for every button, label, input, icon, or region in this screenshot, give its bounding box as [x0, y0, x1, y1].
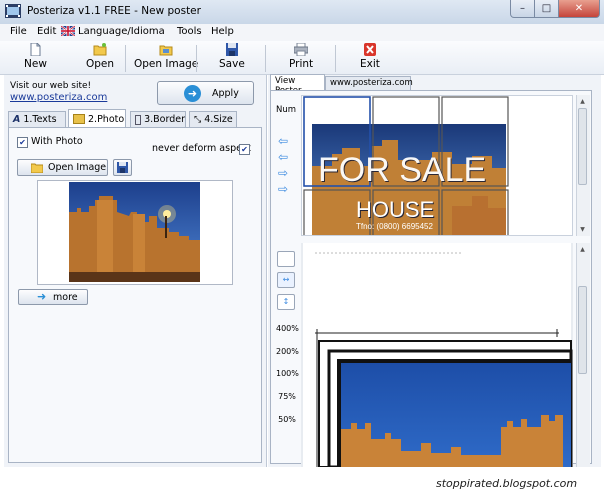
fit-height-icon[interactable]: ↕: [277, 294, 295, 310]
minimize-button[interactable]: –: [510, 0, 535, 18]
printer-icon: [293, 42, 309, 57]
open-image-button[interactable]: Open Image: [17, 159, 108, 176]
tab-photo[interactable]: 2.Photo: [68, 109, 126, 128]
toolbar-separator: [265, 45, 266, 72]
close-button[interactable]: ✕: [558, 0, 600, 18]
more-button[interactable]: ➜ more: [18, 289, 88, 305]
apply-button[interactable]: ➜ Apply: [157, 81, 254, 105]
image-folder-icon: [159, 43, 173, 56]
exit-label: Exit: [360, 58, 380, 70]
open-image-label: Open Image: [134, 58, 199, 70]
print-button[interactable]: Print: [289, 42, 314, 70]
save-label: Save: [219, 58, 245, 70]
zoom-75-button[interactable]: 75%: [276, 392, 298, 401]
scroll-up-arrow-icon[interactable]: ▲: [578, 97, 587, 106]
exit-x-icon: [363, 43, 377, 56]
menu-tools[interactable]: Tools: [177, 26, 202, 37]
arrow-right-small-icon[interactable]: ⇨: [278, 167, 291, 179]
new-document-icon: [28, 42, 42, 57]
menu-file[interactable]: File: [10, 26, 27, 37]
toolbar-separator: [125, 45, 126, 72]
app-icon: [5, 4, 21, 18]
website-link[interactable]: www.posteriza.com: [10, 92, 107, 103]
toolbar-separator: [196, 45, 197, 72]
never-deform-checkbox[interactable]: ✔: [239, 144, 250, 155]
open-image-toolbar-button[interactable]: Open Image: [134, 43, 198, 70]
arrow-right-icon[interactable]: ⇨: [278, 183, 291, 195]
zoom-400-button[interactable]: 400%: [276, 324, 299, 333]
poster-headline: FOR SALE: [318, 151, 487, 189]
zoom-200-button[interactable]: 200%: [276, 347, 299, 356]
tab-view-poster[interactable]: View Poster: [270, 74, 325, 96]
floppy-disk-icon: [225, 43, 239, 56]
apply-label: Apply: [212, 88, 239, 99]
zoom-100-button[interactable]: 100%: [276, 369, 299, 378]
resize-tab-icon: ⤡: [194, 114, 202, 125]
uk-flag-icon: [60, 25, 76, 37]
floppy-disk-icon: [117, 162, 128, 176]
toolbar-separator: [335, 45, 336, 72]
tab-size[interactable]: ⤡ 4.Size: [189, 111, 237, 127]
text-a-icon: A: [13, 114, 21, 125]
zoom-50-button[interactable]: 50%: [276, 415, 298, 424]
tab-website[interactable]: www.posteriza.com: [325, 76, 413, 91]
arrow-left-icon[interactable]: ⇦: [278, 135, 291, 147]
menu-help[interactable]: Help: [211, 26, 234, 37]
arrow-right-icon: ➜: [37, 290, 47, 303]
tab-border[interactable]: 3.Border: [130, 111, 186, 127]
photo-tab-icon: [73, 114, 85, 124]
new-label: New: [24, 58, 47, 70]
scroll-up-arrow-icon[interactable]: ▲: [578, 245, 587, 254]
print-label: Print: [289, 58, 314, 70]
arrow-left-small-icon[interactable]: ⇦: [278, 151, 291, 163]
num-label: Num: [276, 105, 297, 115]
save-photo-button[interactable]: [113, 159, 132, 176]
tab-texts[interactable]: A 1.Texts: [8, 111, 66, 127]
tab-photo-label: 2.Photo: [88, 113, 125, 125]
photo-thumbnail: [69, 182, 200, 282]
with-photo-label: With Photo: [31, 136, 83, 147]
menu-edit[interactable]: Edit: [37, 26, 56, 37]
maximize-button[interactable]: □: [534, 0, 559, 18]
open-folder-icon: [93, 43, 107, 56]
tab-size-label: 4.Size: [204, 114, 233, 125]
window-title: Posteriza v1.1 FREE - New poster: [27, 5, 201, 17]
tab-border-label: 3.Border: [144, 114, 185, 125]
open-image-button-label: Open Image: [48, 162, 107, 173]
never-deform-label: never deform aspect: [152, 143, 251, 154]
border-tab-icon: [135, 114, 142, 125]
image-folder-icon: [30, 163, 44, 174]
tab-texts-label: 1.Texts: [23, 114, 57, 125]
arrow-right-icon: ➜: [184, 85, 201, 102]
menu-language[interactable]: Language/Idioma: [78, 26, 165, 37]
new-button[interactable]: New: [24, 42, 47, 70]
more-label: more: [53, 292, 78, 303]
fit-page-icon[interactable]: [277, 251, 295, 267]
preview-scrollbar-thumb[interactable]: [578, 286, 587, 374]
fit-width-icon[interactable]: ↔: [277, 272, 295, 288]
exit-button[interactable]: Exit: [360, 43, 380, 70]
save-button[interactable]: Save: [219, 43, 245, 70]
with-photo-checkbox[interactable]: ✔: [17, 137, 28, 148]
open-button[interactable]: Open: [86, 43, 114, 70]
poster-preview[interactable]: [301, 243, 573, 467]
watermark-text: stoppirated.blogspot.com: [436, 477, 578, 490]
poster-page-grid[interactable]: FOR SALE HOUSE Tfno: (0800) 6695452: [301, 95, 573, 236]
visit-label: Visit our web site!: [10, 81, 92, 91]
poster-phone: Tfno: (0800) 6695452: [356, 222, 433, 231]
open-label: Open: [86, 58, 115, 70]
scroll-down-arrow-icon[interactable]: ▼: [578, 225, 587, 234]
grid-scrollbar-thumb[interactable]: [578, 108, 587, 185]
poster-subheadline: HOUSE: [356, 197, 435, 222]
